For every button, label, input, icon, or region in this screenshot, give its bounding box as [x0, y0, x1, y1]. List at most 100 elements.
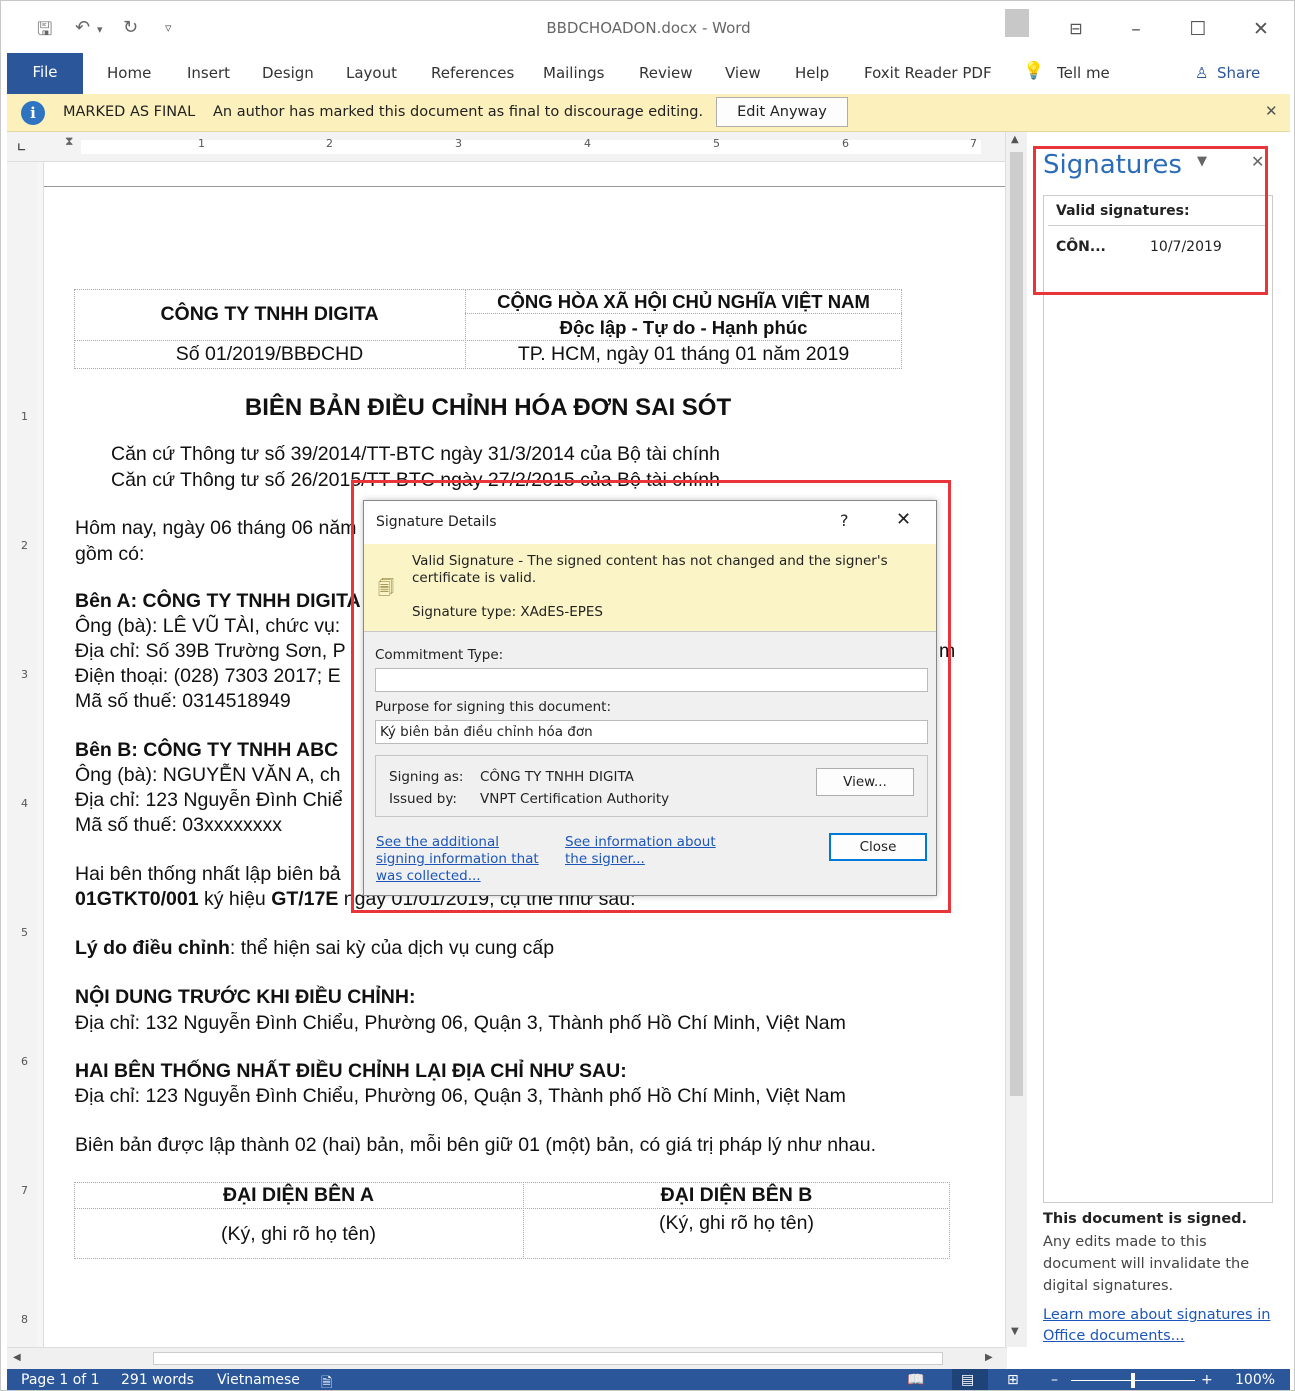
ruler-number: 5	[713, 137, 720, 150]
web-layout-icon[interactable]: ⊞	[1007, 1372, 1019, 1388]
purpose-field[interactable]: Ký biên bản điều chỉnh hóa đơn	[375, 720, 928, 744]
signing-as-value: CÔNG TY TNHH DIGITA	[480, 769, 634, 785]
body-text: Địa chỉ: 132 Nguyễn Đình Chiểu, Phường 0…	[75, 1012, 846, 1034]
print-layout-icon[interactable]: ▤	[961, 1372, 974, 1388]
signer-info-link[interactable]: See information about	[565, 834, 716, 850]
header-line	[44, 186, 1006, 187]
edit-anyway-button[interactable]: Edit Anyway	[716, 97, 848, 127]
tab-layout[interactable]: Layout	[346, 64, 397, 82]
ruler-number: 6	[842, 137, 849, 150]
signature-details-dialog: Signature Details ? ✕ 🗐 Valid Signature …	[363, 500, 937, 896]
help-button[interactable]: ?	[840, 511, 849, 530]
table-divider	[74, 340, 902, 341]
zoom-out-icon[interactable]: –	[1051, 1372, 1058, 1388]
valid-line: Valid Signature - The signed content has…	[412, 553, 888, 569]
dialog-title: Signature Details	[376, 514, 497, 530]
page-count[interactable]: Page 1 of 1	[21, 1372, 100, 1388]
ruler-number: 4	[584, 137, 591, 150]
vertical-scrollbar[interactable]: ▲ ▼	[1005, 132, 1027, 1347]
tab-mailings[interactable]: Mailings	[543, 64, 604, 82]
language[interactable]: Vietnamese	[217, 1372, 300, 1388]
lightbulb-icon: 💡	[1023, 61, 1045, 81]
final-title: MARKED AS FINAL	[63, 104, 196, 120]
info-icon: i	[21, 101, 45, 125]
issued-by-label: Issued by:	[389, 791, 457, 807]
signed-text: document will invalidate the	[1043, 1256, 1250, 1272]
close-bar-icon[interactable]: ✕	[1265, 102, 1278, 120]
tab-home[interactable]: Home	[107, 64, 151, 82]
indent-marker-icon[interactable]: ⧗	[65, 134, 73, 149]
close-window-icon[interactable]: ✕	[1241, 13, 1281, 45]
read-mode-icon[interactable]: 📖	[907, 1372, 924, 1388]
body-text: Địa chỉ: 123 Nguyễn Đình Chiểu, Phường 0…	[75, 1085, 846, 1107]
body-text: Mã số thuế: 0314518949	[75, 690, 291, 712]
close-button[interactable]: Close	[829, 833, 927, 861]
validity-banner: 🗐 Valid Signature - The signed content h…	[364, 544, 936, 632]
learn-more-link[interactable]: Office documents...	[1043, 1328, 1184, 1344]
tell-me-box[interactable]: Tell me	[1057, 64, 1110, 82]
additional-info-link[interactable]: was collected...	[376, 868, 481, 884]
republic-header: CỘNG HÒA XÃ HỘI CHỦ NGHĨA VIỆT NAM	[497, 291, 870, 312]
ribbon-display-icon[interactable]: ⊟	[1056, 13, 1096, 45]
ribbon-tabs: File Home Insert Design Layout Reference…	[7, 53, 1290, 94]
signer-info-link[interactable]: the signer...	[565, 851, 645, 867]
party-b-heading: Bên B: CÔNG TY TNHH ABC	[75, 739, 339, 761]
tab-references[interactable]: References	[431, 64, 514, 82]
share-button[interactable]: Share	[1217, 64, 1260, 82]
vruler-number: 7	[21, 1184, 28, 1197]
maximize-icon[interactable]: ☐	[1178, 13, 1218, 45]
reason-text: : thể hiện sai kỳ của dịch vụ cung cấp	[229, 937, 555, 959]
scroll-thumb[interactable]	[1010, 152, 1023, 1096]
body-text: Mã số thuế: 03xxxxxxxx	[75, 814, 282, 836]
learn-more-link[interactable]: Learn more about signatures in	[1043, 1307, 1270, 1323]
table-divider	[74, 1208, 950, 1209]
vruler-number: 5	[21, 926, 28, 939]
hscroll-thumb[interactable]	[153, 1352, 943, 1365]
tab-review[interactable]: Review	[639, 64, 693, 82]
vruler-number: 1	[21, 410, 28, 423]
tab-design[interactable]: Design	[262, 64, 314, 82]
table-divider	[465, 313, 902, 314]
document-title: BIÊN BẢN ĐIỀU CHỈNH HÓA ĐƠN SAI SÓT	[244, 394, 732, 421]
final-message: An author has marked this document as fi…	[213, 104, 704, 120]
marked-final-bar: i MARKED AS FINAL An author has marked t…	[7, 94, 1290, 132]
additional-info-link[interactable]: See the additional	[376, 834, 499, 850]
additional-info-link[interactable]: signing information that	[376, 851, 539, 867]
word-count[interactable]: 291 words	[121, 1372, 194, 1388]
basis-line: Căn cứ Thông tư số 39/2014/TT-BTC ngày 3…	[111, 443, 720, 465]
signed-text: digital signatures.	[1043, 1278, 1174, 1294]
proofing-icon[interactable]: 🗎	[321, 1372, 332, 1390]
body-text: Biên bản được lập thành 02 (hai) bản, mỗ…	[75, 1134, 877, 1156]
invoice-serial: GT/17E	[271, 888, 339, 910]
sign-b: (Ký, ghi rõ họ tên)	[659, 1212, 814, 1234]
horizontal-scrollbar[interactable]: ◀ ▶	[7, 1347, 1007, 1369]
horizontal-ruler[interactable]: ∟ ⧗ 1 2 3 4 5 6 7	[7, 132, 1027, 162]
signer-group: Signing as: CÔNG TY TNHH DIGITA Issued b…	[375, 755, 928, 817]
vruler-number: 6	[21, 1055, 28, 1068]
zoom-level[interactable]: 100%	[1235, 1372, 1275, 1388]
scroll-down-icon[interactable]: ▼	[1011, 1326, 1019, 1337]
vertical-ruler[interactable]: 1 2 3 4 5 6 7 8	[7, 162, 37, 1347]
issued-by-value: VNPT Certification Authority	[480, 791, 670, 807]
zoom-in-icon[interactable]: +	[1201, 1372, 1213, 1388]
before-heading: NỘI DUNG TRƯỚC KHI ĐIỀU CHỈNH:	[75, 986, 416, 1008]
zoom-thumb[interactable]	[1131, 1373, 1135, 1388]
scroll-right-icon[interactable]: ▶	[985, 1352, 993, 1363]
tab-file[interactable]: File	[7, 53, 83, 94]
minimize-icon[interactable]: –	[1116, 13, 1156, 45]
reason-label: Lý do điều chỉnh	[75, 937, 230, 959]
scroll-up-icon[interactable]: ▲	[1011, 134, 1019, 145]
tab-help[interactable]: Help	[795, 64, 829, 82]
view-button[interactable]: View...	[816, 768, 914, 796]
scroll-left-icon[interactable]: ◀	[13, 1352, 21, 1363]
invoice-mid: ký hiệu	[198, 888, 272, 910]
body-text: Ông (bà): LÊ VŨ TÀI, chức vụ:	[75, 615, 341, 637]
rep-b: ĐẠI DIỆN BÊN B	[660, 1184, 813, 1206]
tab-stop-icon[interactable]: ∟	[17, 141, 26, 154]
tab-foxit[interactable]: Foxit Reader PDF	[864, 64, 992, 82]
tab-insert[interactable]: Insert	[187, 64, 230, 82]
tab-view[interactable]: View	[725, 64, 761, 82]
account-area[interactable]	[1005, 9, 1029, 37]
commitment-field[interactable]	[375, 668, 928, 692]
dialog-close-icon[interactable]: ✕	[896, 509, 911, 530]
